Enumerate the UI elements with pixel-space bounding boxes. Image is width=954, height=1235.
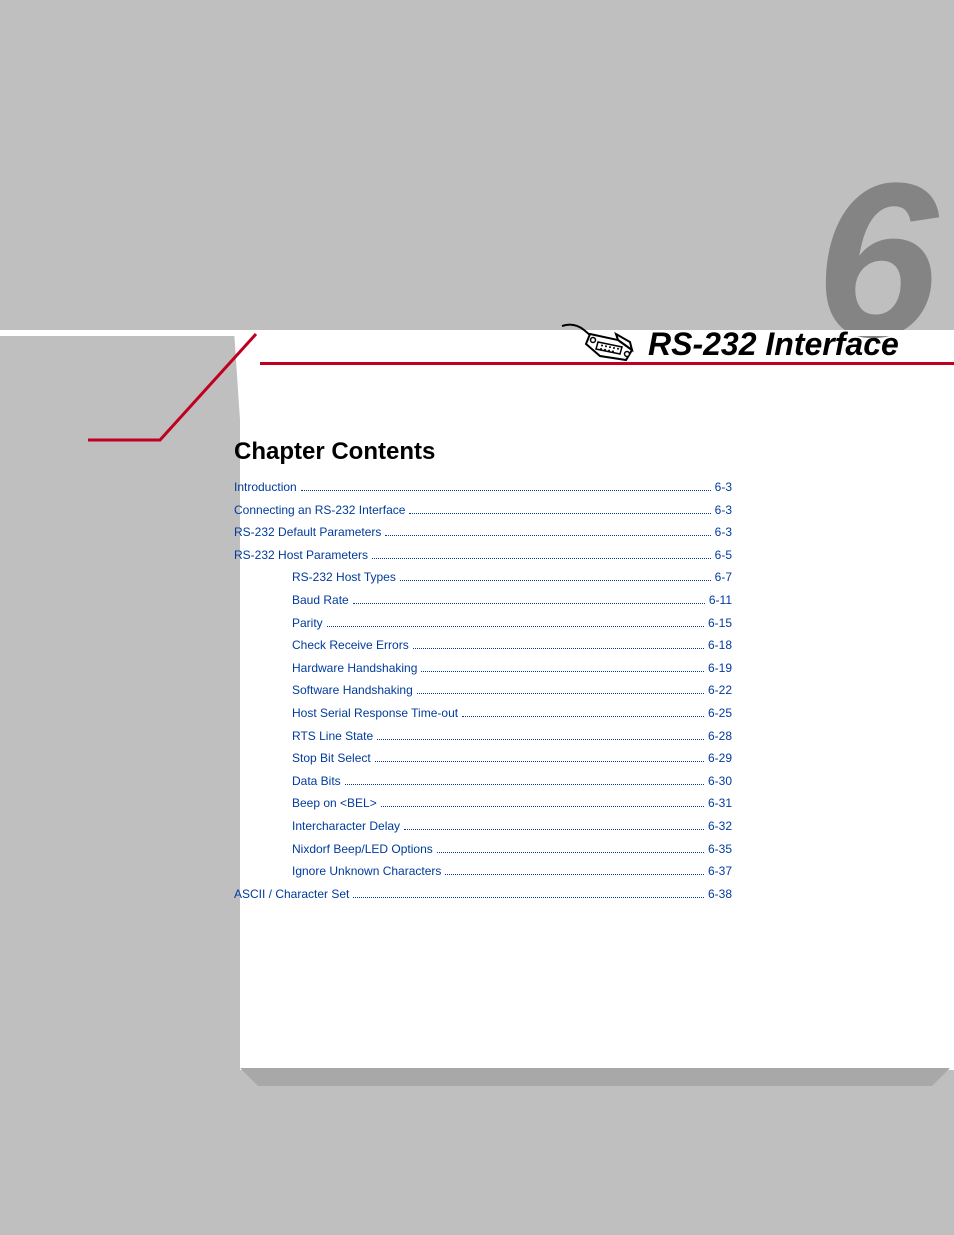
toc-entry-page: 6-37: [708, 862, 732, 881]
toc-entry-label: Nixdorf Beep/LED Options: [292, 840, 433, 859]
chapter-header: RS-232 Interface: [560, 320, 899, 369]
toc-leader-dots: [375, 761, 704, 762]
toc-leader-dots: [421, 671, 704, 672]
toc-entry-label: ASCII / Character Set: [234, 885, 349, 904]
serial-connector-icon: [560, 320, 640, 369]
toc-entry-page: 6-11: [709, 591, 732, 610]
toc-entry-label: Ignore Unknown Characters: [292, 862, 441, 881]
toc-leader-dots: [345, 784, 704, 785]
toc-leader-dots: [353, 603, 705, 604]
toc-leader-dots: [381, 806, 704, 807]
toc-leader-dots: [413, 648, 704, 649]
toc-entry-page: 6-30: [708, 772, 732, 791]
toc-entry-page: 6-3: [715, 501, 732, 520]
toc-entry-label: Intercharacter Delay: [292, 817, 400, 836]
toc-leader-dots: [404, 829, 704, 830]
toc-entry[interactable]: RTS Line State 6-28: [234, 727, 732, 746]
toc-entry-page: 6-31: [708, 794, 732, 813]
toc-leader-dots: [437, 852, 704, 853]
toc-entry[interactable]: Software Handshaking 6-22: [234, 681, 732, 700]
toc-entry-label: Data Bits: [292, 772, 341, 791]
toc-leader-dots: [385, 535, 710, 536]
toc-leader-dots: [353, 897, 704, 898]
toc-entry-label: RTS Line State: [292, 727, 373, 746]
chapter-title: RS-232 Interface: [648, 326, 899, 363]
toc-entry-page: 6-19: [708, 659, 732, 678]
toc-leader-dots: [377, 739, 704, 740]
toc-entry[interactable]: Check Receive Errors 6-18: [234, 636, 732, 655]
toc-entry-page: 6-5: [715, 546, 732, 565]
toc-entry-page: 6-7: [715, 568, 732, 587]
toc-entry-label: RS-232 Host Types: [292, 568, 396, 587]
header-red-diagonal: [88, 330, 388, 450]
toc-entry-label: Software Handshaking: [292, 681, 413, 700]
toc-entry-label: Baud Rate: [292, 591, 349, 610]
table-of-contents: Introduction6-3Connecting an RS-232 Inte…: [234, 474, 732, 907]
toc-entry-page: 6-3: [715, 478, 732, 497]
toc-entry[interactable]: Baud Rate 6-11: [234, 591, 732, 610]
toc-entry-page: 6-22: [708, 681, 732, 700]
toc-leader-dots: [445, 874, 704, 875]
toc-entry[interactable]: Host Serial Response Time-out 6-25: [234, 704, 732, 723]
toc-entry-page: 6-15: [708, 614, 732, 633]
toc-entry[interactable]: Connecting an RS-232 Interface 6-3: [234, 501, 732, 520]
toc-entry-label: RS-232 Host Parameters: [234, 546, 368, 565]
document-page: 6 RS-232 I: [0, 0, 954, 1235]
toc-entry[interactable]: RS-232 Default Parameters 6-3: [234, 523, 732, 542]
toc-entry-page: 6-18: [708, 636, 732, 655]
toc-leader-dots: [409, 513, 710, 514]
toc-entry[interactable]: Introduction 6-3: [234, 478, 732, 497]
toc-entry[interactable]: Hardware Handshaking 6-19: [234, 659, 732, 678]
toc-leader-dots: [327, 626, 704, 627]
toc-entry[interactable]: RS-232 Host Types 6-7: [234, 568, 732, 587]
toc-entry-page: 6-38: [708, 885, 732, 904]
toc-entry-label: Parity: [292, 614, 323, 633]
toc-entry[interactable]: Beep on <BEL> 6-31: [234, 794, 732, 813]
toc-entry-page: 6-29: [708, 749, 732, 768]
toc-entry-label: Host Serial Response Time-out: [292, 704, 458, 723]
toc-entry-label: Introduction: [234, 478, 297, 497]
toc-entry[interactable]: Stop Bit Select 6-29: [234, 749, 732, 768]
toc-entry-label: Stop Bit Select: [292, 749, 371, 768]
toc-leader-dots: [417, 693, 704, 694]
toc-entry[interactable]: Data Bits 6-30: [234, 772, 732, 791]
toc-entry[interactable]: RS-232 Host Parameters 6-5: [234, 546, 732, 565]
toc-entry[interactable]: Nixdorf Beep/LED Options 6-35: [234, 840, 732, 859]
toc-leader-dots: [462, 716, 704, 717]
toc-entry[interactable]: Parity 6-15: [234, 614, 732, 633]
toc-entry-label: Connecting an RS-232 Interface: [234, 501, 405, 520]
toc-entry-page: 6-3: [715, 523, 732, 542]
contents-heading: Chapter Contents: [234, 438, 435, 466]
toc-leader-dots: [372, 558, 711, 559]
toc-entry-page: 6-25: [708, 704, 732, 723]
toc-entry-label: RS-232 Default Parameters: [234, 523, 381, 542]
toc-entry-label: Beep on <BEL>: [292, 794, 377, 813]
toc-entry[interactable]: ASCII / Character Set 6-38: [234, 885, 732, 904]
toc-leader-dots: [400, 580, 711, 581]
toc-entry-label: Check Receive Errors: [292, 636, 409, 655]
toc-entry[interactable]: Ignore Unknown Characters 6-37: [234, 862, 732, 881]
paper-bottom-shadow: [232, 1068, 952, 1108]
toc-entry-page: 6-32: [708, 817, 732, 836]
toc-entry-page: 6-35: [708, 840, 732, 859]
toc-leader-dots: [301, 490, 711, 491]
toc-entry-page: 6-28: [708, 727, 732, 746]
toc-entry[interactable]: Intercharacter Delay 6-32: [234, 817, 732, 836]
toc-entry-label: Hardware Handshaking: [292, 659, 417, 678]
